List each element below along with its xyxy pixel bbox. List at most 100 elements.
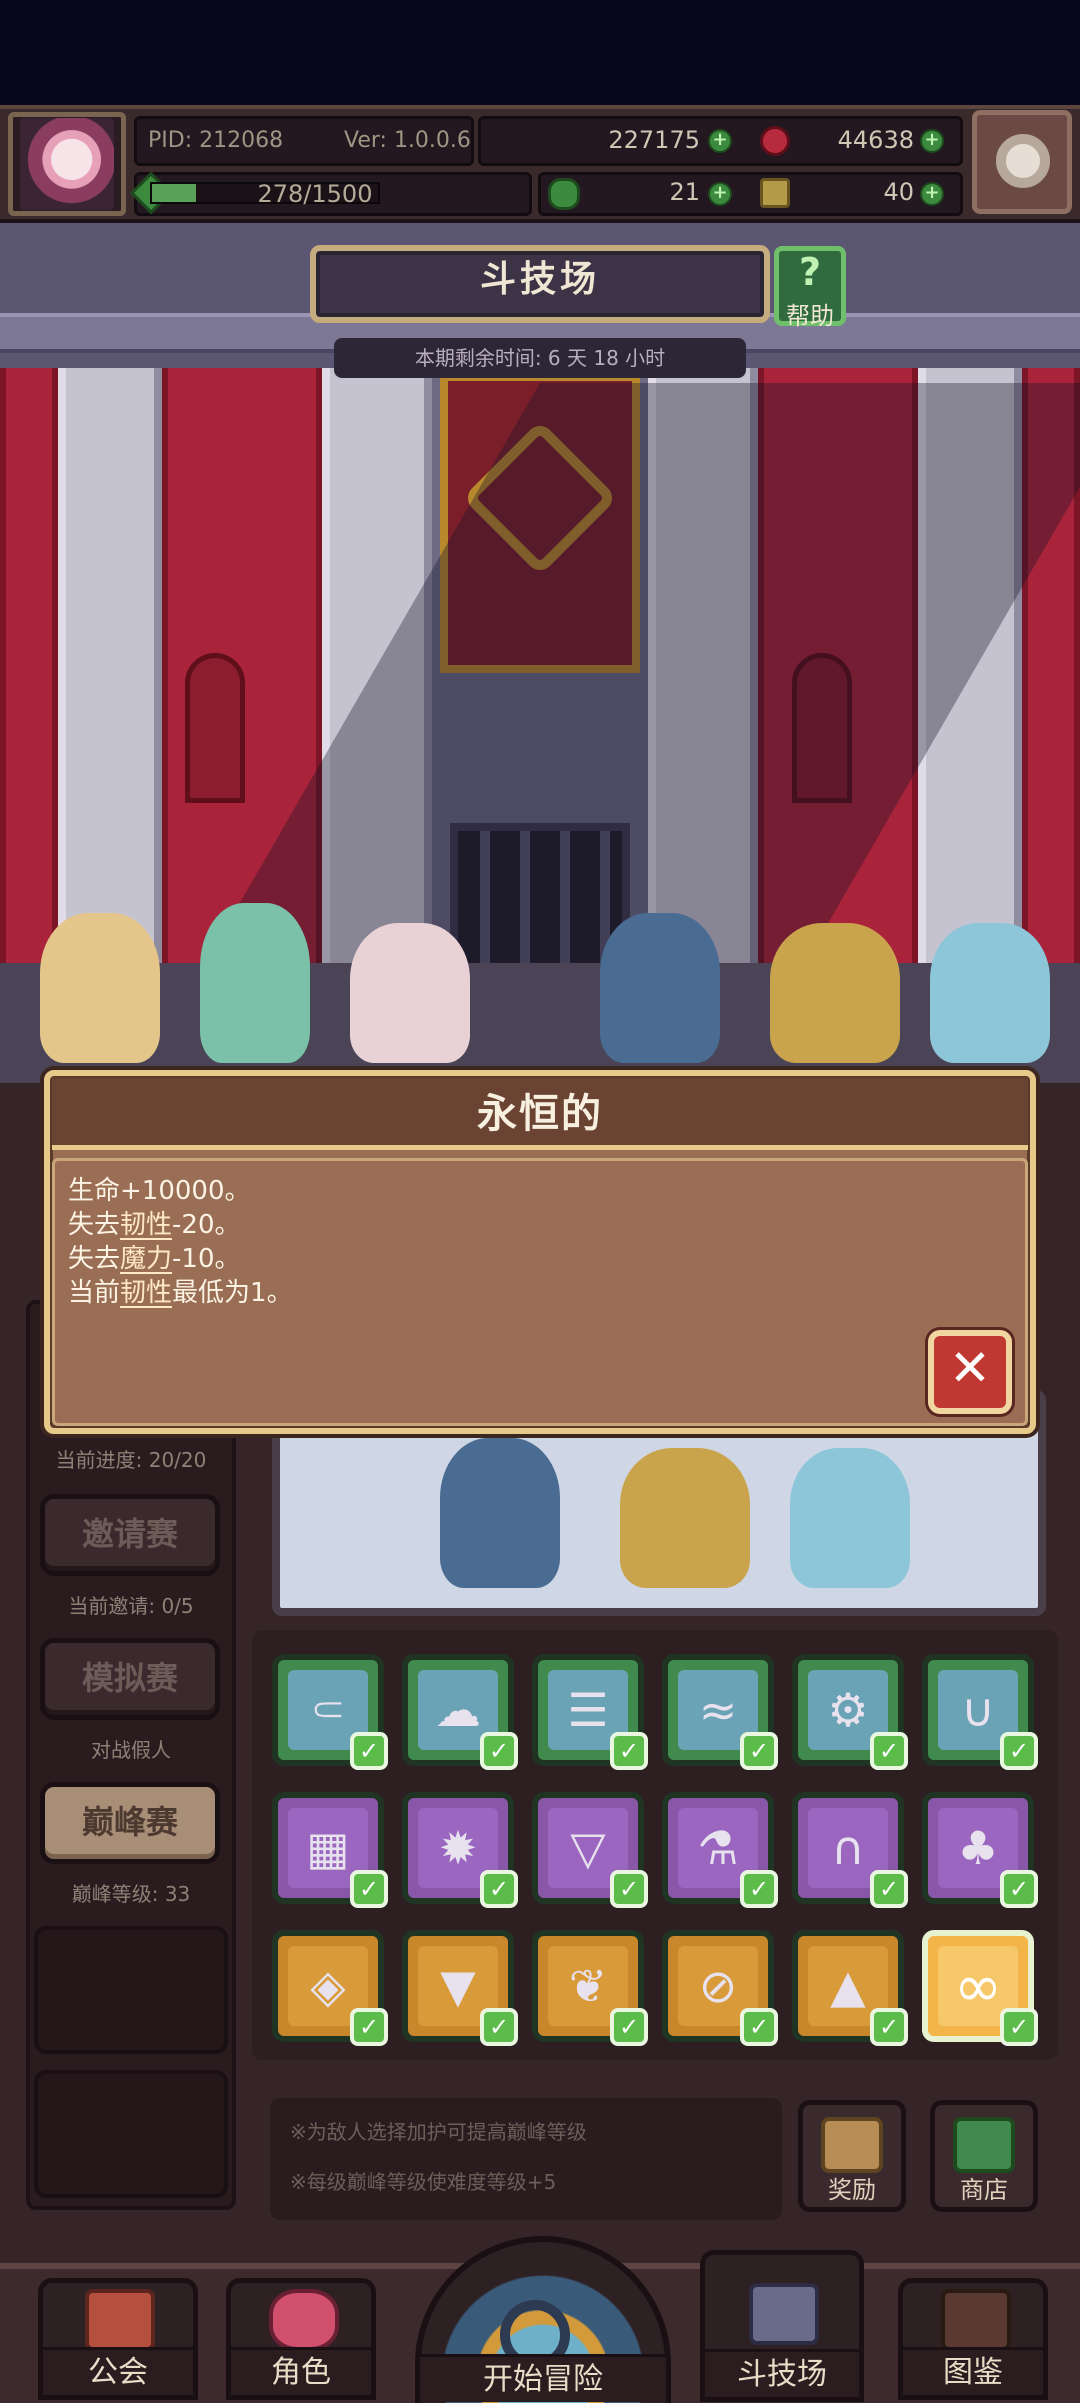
check-icon: ✓ <box>610 1870 648 1908</box>
hero-sprite <box>770 923 900 1063</box>
gold-amount: 227175 <box>608 126 700 154</box>
blessing-tile[interactable]: ▲ ✓ <box>792 1930 908 2046</box>
blessing-tile[interactable]: ∞ ✓ <box>922 1930 1038 2046</box>
nav-codex[interactable]: 图鉴 <box>898 2278 1048 2400</box>
empty-mode-slot <box>34 1926 228 2054</box>
settings-gear-icon[interactable] <box>996 134 1050 188</box>
codex-book-icon <box>941 2289 1011 2351</box>
player-avatar[interactable] <box>20 118 114 210</box>
blessing-tile[interactable]: ☁ ✓ <box>402 1654 518 1770</box>
modal-title: 永恒的 <box>477 1091 603 1137</box>
nav-character[interactable]: 角色 <box>226 2278 376 2400</box>
effect-text: 最低为1。 <box>172 1278 293 1308</box>
add-key-plus-icon[interactable]: + <box>920 182 944 206</box>
effect-line: 当前韧性最低为1。 <box>68 1272 293 1309</box>
simulation-caption: 对战假人 <box>91 1738 171 1762</box>
left-pillar <box>58 368 162 968</box>
blessing-tile[interactable]: ◈ ✓ <box>272 1930 388 2046</box>
toughness-term-link[interactable]: 韧性 <box>120 1210 172 1240</box>
shop-button[interactable]: 商店 <box>930 2100 1038 2212</box>
season-timer: 本期剩余时间: 6 天 18 小时 <box>414 346 666 370</box>
blessing-tile[interactable]: ▼ ✓ <box>402 1930 518 2046</box>
nav-character-label: 角色 <box>231 2347 371 2395</box>
peak-level-caption: 巅峰等级: 33 <box>71 1882 191 1906</box>
hero-sprite <box>200 903 310 1063</box>
check-icon: ✓ <box>1000 2008 1038 2046</box>
blessing-tile[interactable]: ♣ ✓ <box>922 1792 1038 1908</box>
guild-hall-icon <box>85 2289 155 2351</box>
effect-text: 失去 <box>68 1210 121 1240</box>
nav-guild[interactable]: 公会 <box>38 2278 198 2400</box>
character-icon <box>269 2289 339 2351</box>
hero-sprite <box>930 923 1050 1063</box>
add-clover-plus-icon[interactable]: + <box>708 182 732 206</box>
simulation-match-button[interactable]: 模拟赛 <box>40 1638 220 1720</box>
player-id: PID: 212068 <box>148 128 284 153</box>
blessing-tile[interactable]: ✹ ✓ <box>402 1792 518 1908</box>
toughness-term-link[interactable]: 韧性 <box>120 1278 172 1308</box>
blessing-tile[interactable]: ⚙ ✓ <box>792 1654 908 1770</box>
hero-sprite <box>350 923 470 1063</box>
hero-sprite <box>40 913 160 1063</box>
close-icon[interactable]: ✕ <box>928 1330 1012 1414</box>
check-icon: ✓ <box>610 2008 648 2046</box>
key-icon <box>760 178 790 208</box>
blessing-tile[interactable]: ☰ ✓ <box>532 1654 648 1770</box>
reward-button[interactable]: 奖励 <box>798 2100 906 2212</box>
effect-text: -20。 <box>172 1210 241 1240</box>
progress-caption: 当前进度: 20/20 <box>55 1448 207 1472</box>
effect-text: 失去 <box>68 1244 121 1274</box>
enemy-sprite <box>440 1438 560 1588</box>
stamina-bar-fill <box>152 184 196 202</box>
stamina-value: 278/1500 <box>257 180 373 208</box>
clover-amount: 21 <box>669 178 700 206</box>
clover-icon <box>548 178 580 210</box>
check-icon: ✓ <box>480 2008 518 2046</box>
check-icon: ✓ <box>870 1870 908 1908</box>
blessing-tile[interactable]: ≈ ✓ <box>662 1654 778 1770</box>
left-niche <box>185 653 245 803</box>
effect-line: 失去魔力-10。 <box>68 1238 241 1275</box>
nav-arena[interactable]: 斗技场 <box>700 2250 864 2402</box>
check-icon: ✓ <box>480 1732 518 1770</box>
arena-floor <box>0 963 1080 1083</box>
blessing-tile[interactable]: ∪ ✓ <box>922 1654 1038 1770</box>
check-icon: ✓ <box>740 1870 778 1908</box>
blessing-tile[interactable]: ❦ ✓ <box>532 1930 648 2046</box>
crossed-swords-icon <box>749 2283 819 2345</box>
blessing-tile[interactable]: ⚗ ✓ <box>662 1792 778 1908</box>
nav-guild-label: 公会 <box>43 2347 193 2395</box>
status-bar-area <box>0 0 1080 105</box>
left-curtain-edge <box>0 368 58 968</box>
check-icon: ✓ <box>610 1732 648 1770</box>
check-icon: ✓ <box>1000 1870 1038 1908</box>
check-icon: ✓ <box>870 1732 908 1770</box>
magic-term-link[interactable]: 魔力 <box>120 1244 172 1274</box>
peak-match-button[interactable]: 巅峰赛 <box>40 1782 220 1864</box>
add-gem-plus-icon[interactable]: + <box>920 129 944 153</box>
blessing-tile[interactable]: ▽ ✓ <box>532 1792 648 1908</box>
enemy-sprite <box>790 1448 910 1588</box>
start-adventure-label[interactable]: 开始冒险 <box>420 2354 666 2402</box>
check-icon: ✓ <box>870 2008 908 2046</box>
blessing-tile[interactable]: ⸦ ✓ <box>272 1654 388 1770</box>
blessing-tile[interactable]: ⊘ ✓ <box>662 1930 778 2046</box>
enemy-sprite <box>620 1448 750 1588</box>
chest-icon <box>821 2117 883 2173</box>
arena-title: 斗技场 <box>479 259 600 300</box>
help-question-icon[interactable]: ? <box>774 246 846 298</box>
check-icon: ✓ <box>350 2008 388 2046</box>
invite-match-button[interactable]: 邀请赛 <box>40 1494 220 1576</box>
blessing-tile[interactable]: ▦ ✓ <box>272 1792 388 1908</box>
add-gold-plus-icon[interactable]: + <box>708 129 732 153</box>
nav-arena-label: 斗技场 <box>705 2349 859 2397</box>
effect-text: 生命+10000。 <box>68 1176 251 1206</box>
effect-line: 失去韧性-20。 <box>68 1204 241 1241</box>
empty-mode-slot <box>34 2070 228 2198</box>
blessing-tile[interactable]: ∩ ✓ <box>792 1792 908 1908</box>
check-icon: ✓ <box>1000 1732 1038 1770</box>
hero-sprite <box>600 913 720 1063</box>
help-label[interactable]: 帮助 <box>768 296 852 331</box>
check-icon: ✓ <box>740 2008 778 2046</box>
shop-label: 商店 <box>960 2176 1008 2204</box>
